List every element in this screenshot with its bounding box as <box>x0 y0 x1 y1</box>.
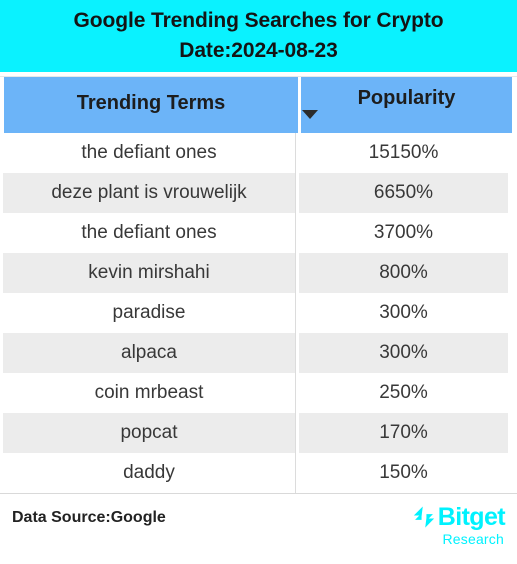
column-divider <box>295 253 296 293</box>
table-row: the defiant ones 15150% <box>0 133 517 173</box>
column-divider <box>295 453 296 493</box>
caret-down-icon[interactable] <box>302 110 318 119</box>
table-row: paradise 300% <box>0 293 517 333</box>
column-divider <box>295 133 296 173</box>
cell-popularity: 800% <box>299 253 508 293</box>
table-row: daddy 150% <box>0 453 517 493</box>
column-divider <box>295 213 296 253</box>
table-row: popcat 170% <box>0 413 517 453</box>
column-header-popularity[interactable]: Popularity <box>301 77 512 133</box>
cell-popularity: 300% <box>299 333 508 373</box>
column-divider <box>295 373 296 413</box>
trending-searches-card: Google Trending Searches for Crypto Date… <box>0 0 517 564</box>
cell-trending-term: kevin mirshahi <box>3 253 295 293</box>
cell-popularity: 150% <box>379 462 428 483</box>
cell-popularity: 6650% <box>299 173 508 213</box>
column-divider <box>295 173 296 213</box>
table-row: kevin mirshahi 800% <box>0 253 517 293</box>
cell-trending-term: daddy <box>123 462 175 483</box>
cell-trending-term: the defiant ones <box>81 142 217 163</box>
trending-table: Trending Terms Popularity the defiant on… <box>0 77 517 493</box>
logo-wordmark: Bitget <box>437 503 506 531</box>
cell-trending-term: the defiant ones <box>81 222 217 243</box>
bitget-chevron-icon <box>413 506 434 528</box>
title-banner: Google Trending Searches for Crypto Date… <box>0 0 517 72</box>
cell-popularity: 300% <box>379 302 428 323</box>
cell-trending-term: paradise <box>112 302 186 323</box>
cell-popularity: 250% <box>379 382 428 403</box>
column-divider <box>295 333 296 373</box>
table-row: alpaca 300% <box>0 333 517 373</box>
cell-popularity: 3700% <box>373 222 434 243</box>
cell-trending-term: alpaca <box>3 333 295 373</box>
page-subtitle-date: Date:2024-08-23 <box>179 39 338 62</box>
bitget-research-logo: Bitget Research <box>385 503 506 551</box>
cell-trending-term: coin mrbeast <box>94 382 204 403</box>
table-row: the defiant ones 3700% <box>0 213 517 253</box>
cell-popularity: 15150% <box>368 142 439 163</box>
cell-popularity: 170% <box>299 413 508 453</box>
logo-subtitle: Research <box>442 531 504 547</box>
column-divider <box>295 413 296 453</box>
page-title: Google Trending Searches for Crypto <box>73 9 444 32</box>
data-source-label: Data Source:Google <box>12 509 166 526</box>
footer: Data Source:Google Bitget Research <box>0 494 517 564</box>
table-header-row: Trending Terms Popularity <box>0 77 517 133</box>
column-header-trending-terms[interactable]: Trending Terms <box>4 77 298 133</box>
cell-trending-term: deze plant is vrouwelijk <box>3 173 295 213</box>
column-divider <box>295 293 296 333</box>
table-row: deze plant is vrouwelijk 6650% <box>0 173 517 213</box>
cell-trending-term: popcat <box>3 413 295 453</box>
table-row: coin mrbeast 250% <box>0 373 517 413</box>
